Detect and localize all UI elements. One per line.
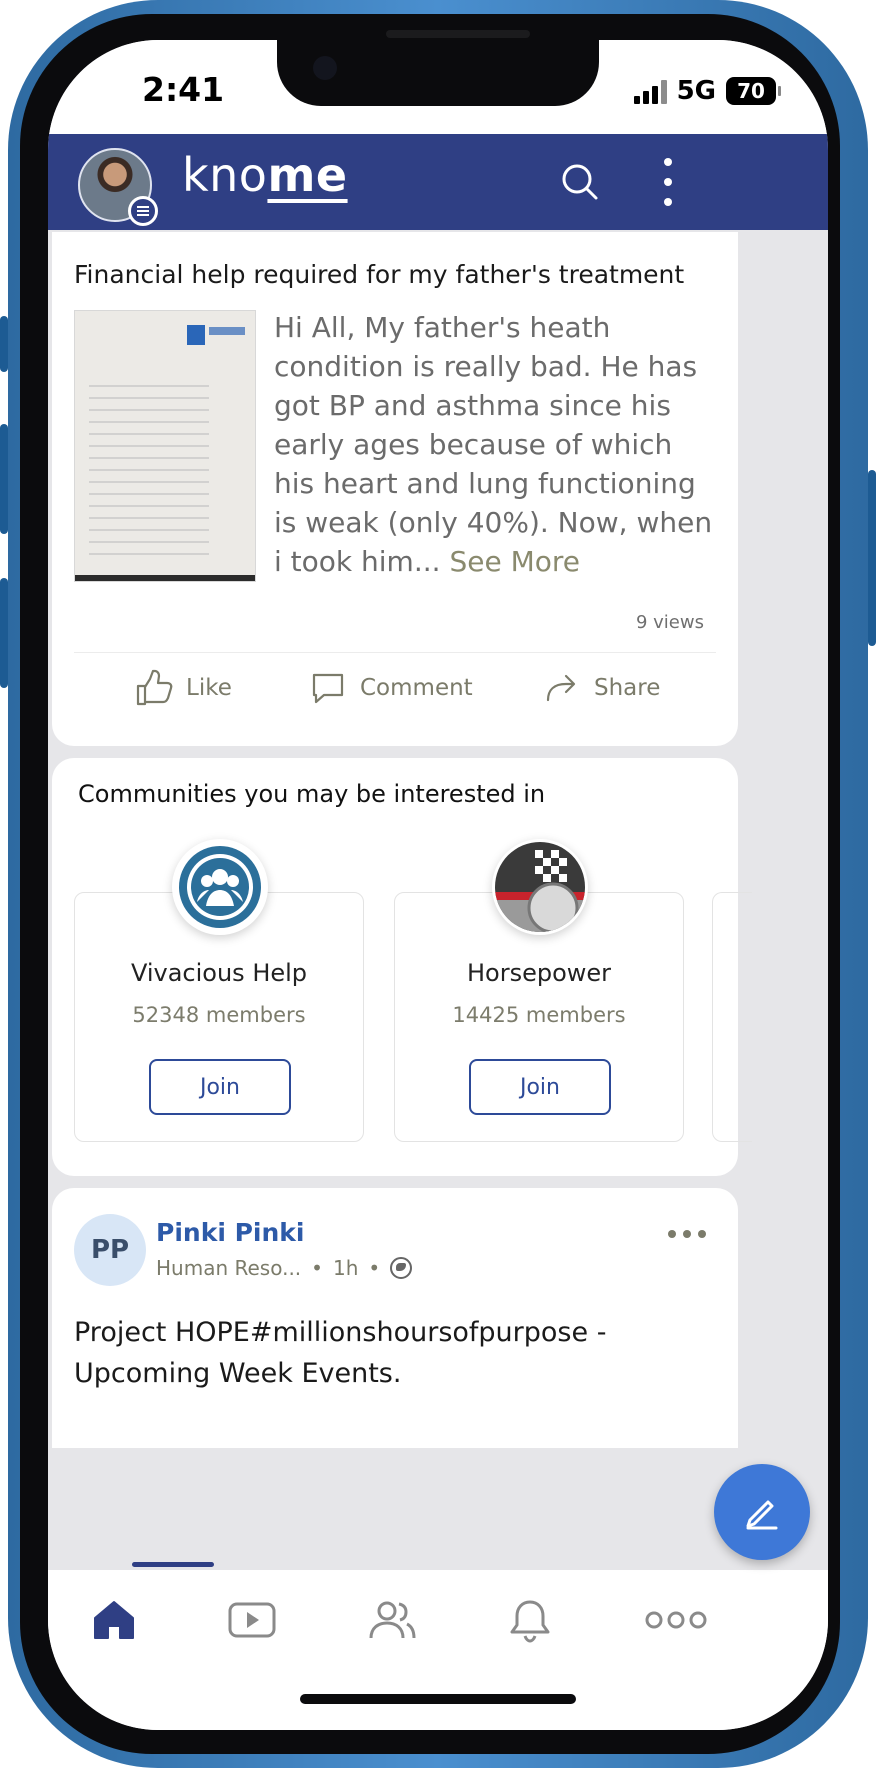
post-time: 1h [332,1256,359,1280]
comment-label: Comment [360,675,473,701]
app-logo: knome [182,148,348,202]
post-card[interactable]: Financial help required for my father's … [52,232,738,746]
community-name: Vivacious Help [130,959,308,987]
join-button[interactable]: Join [469,1059,611,1115]
author-avatar[interactable]: PP [74,1214,146,1286]
brand-suffix: me [267,148,348,202]
phone-screen: 2:41 5G 70 knome Financial help required… [48,40,828,1730]
profile-avatar-button[interactable] [78,148,158,226]
compose-button[interactable] [714,1464,810,1560]
share-label: Share [594,675,661,701]
like-button[interactable]: Like [134,668,232,708]
community-members: 14425 members [452,1003,626,1027]
post-actions: Like Comment Share [52,668,738,728]
menu-icon [128,196,158,226]
status-time: 2:41 [142,70,225,109]
network-type: 5G [676,76,716,106]
search-icon[interactable] [560,162,600,202]
globe-icon [390,1257,413,1279]
bell-icon[interactable] [500,1590,560,1650]
view-count: 9 views [635,612,704,633]
home-indicator [300,1694,576,1704]
communities-section: Communities you may be interested in Viv… [52,758,752,1176]
volume-up-button [0,424,8,534]
power-button [868,470,876,646]
community-card[interactable]: Horsepower 14425 members Join [394,839,684,1142]
people-icon[interactable] [362,1590,422,1650]
more-horizontal-icon[interactable] [638,1590,714,1650]
divider [74,652,716,653]
see-more-link[interactable]: See More [449,545,580,578]
meta-separator: • [368,1256,381,1280]
join-button[interactable]: Join [149,1059,291,1115]
dynamic-notch [277,40,599,106]
community-name: Horsepower [466,959,612,987]
battery-level: 70 [737,79,765,103]
status-indicators: 5G 70 [633,76,781,106]
active-tab-indicator [132,1562,214,1567]
more-vertical-icon[interactable] [654,158,682,206]
community-members: 52348 members [132,1003,306,1027]
bottom-navigation [48,1562,828,1730]
document-text-lines [89,385,209,565]
meta-separator: • [311,1256,323,1280]
brand-prefix: kno [182,148,268,202]
post-text: Project HOPE#millionshoursofpurpose - Up… [74,1317,607,1389]
home-icon[interactable] [84,1590,144,1650]
racing-flag-icon [492,839,588,935]
communities-title: Communities you may be interested in [78,780,546,808]
app-header: knome [48,134,828,230]
comment-button[interactable]: Comment [308,668,473,708]
post-body: Hi All, My father's heath condition is r… [274,308,718,581]
post-card[interactable]: PP Pinki Pinki Human Reso... • 1h • Proj… [52,1188,738,1448]
post-body-text: Hi All, My father's heath condition is r… [274,311,713,578]
share-icon [546,674,576,702]
author-name[interactable]: Pinki Pinki [156,1218,304,1247]
camera-icon [313,56,337,80]
pencil-icon [746,1500,778,1530]
hospital-logo-icon [187,325,247,345]
share-button[interactable]: Share [542,668,660,708]
mute-switch [0,316,8,372]
community-card-peek[interactable] [712,892,752,1142]
post-title: Financial help required for my father's … [74,260,685,289]
signal-icon [633,78,667,104]
like-label: Like [186,675,232,701]
document-edge [75,575,255,581]
community-card[interactable]: Vivacious Help 52348 members Join [74,839,364,1142]
more-horizontal-icon[interactable] [668,1230,706,1238]
comment-icon [312,673,344,704]
video-icon[interactable] [222,1590,282,1650]
author-role: Human Reso... [156,1256,302,1280]
thumbs-up-icon [136,669,173,706]
group-icon [172,839,268,935]
battery-icon: 70 [726,77,781,105]
author-meta: Human Reso... • 1h • [156,1256,413,1280]
speaker-grille [386,30,530,38]
document-thumbnail[interactable] [74,310,256,582]
volume-down-button [0,578,8,688]
